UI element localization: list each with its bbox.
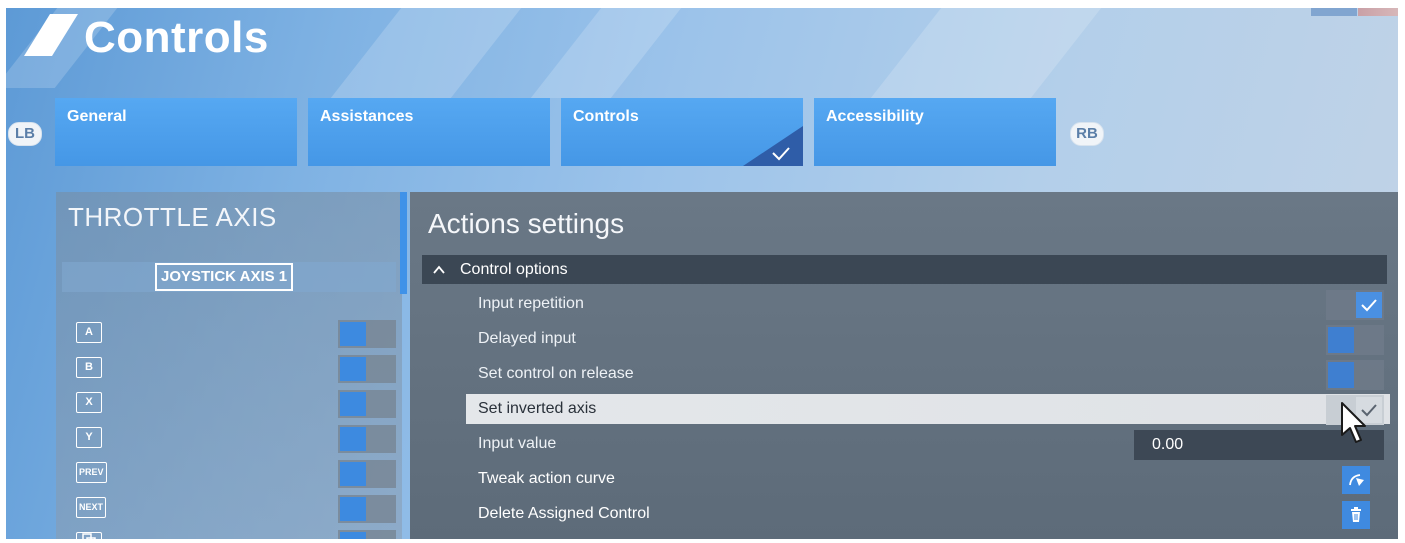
a-button-icon: A	[76, 322, 102, 343]
binding-row-a[interactable]: A	[56, 318, 402, 348]
option-label: Delayed input	[478, 330, 576, 347]
option-label: Delete Assigned Control	[478, 505, 650, 522]
binding-toggle[interactable]	[338, 460, 396, 488]
next-button-icon: NEXT	[76, 497, 107, 518]
background-streak	[330, 8, 522, 98]
option-tweak-action-curve[interactable]: Tweak action curve	[470, 464, 1390, 494]
y-button-icon: Y	[76, 427, 102, 448]
binding-row-y[interactable]: Y	[56, 423, 402, 453]
option-label: Input repetition	[478, 295, 584, 312]
tab-label: General	[67, 108, 127, 125]
corner-badge	[1358, 8, 1398, 16]
option-label: Input value	[478, 435, 557, 452]
option-input-value[interactable]: Input value 0.00	[470, 429, 1390, 460]
binding-panel: THROTTLE AXIS JOYSTICK AXIS 1 A B X Y PR…	[56, 192, 402, 539]
binding-row-view[interactable]	[56, 528, 402, 539]
binding-toggle[interactable]	[338, 425, 396, 453]
trash-icon	[1351, 507, 1361, 522]
option-delayed-input[interactable]: Delayed input	[470, 324, 1390, 355]
mouse-cursor-icon	[1341, 402, 1366, 443]
option-label: Set control on release	[478, 365, 634, 382]
controls-screen: Controls LB RB General Assistances Contr…	[6, 8, 1398, 539]
option-label: Set inverted axis	[478, 400, 597, 417]
binding-row-b[interactable]: B	[56, 353, 402, 383]
panel-scroll-accent	[400, 192, 407, 294]
bound-input-label: JOYSTICK AXIS 1	[155, 263, 294, 291]
back-chevron-icon[interactable]	[20, 12, 80, 56]
binding-toggle[interactable]	[338, 495, 396, 523]
tab-label: Controls	[573, 108, 639, 125]
actions-settings-title: Actions settings	[428, 208, 625, 239]
page-title: Controls	[84, 13, 269, 62]
tab-general[interactable]: General	[55, 98, 297, 166]
background-streak	[870, 8, 1102, 98]
binding-toggle[interactable]	[338, 320, 396, 348]
tab-controls[interactable]: Controls	[561, 98, 803, 166]
lb-bumper-button[interactable]: LB	[8, 122, 42, 146]
binding-toggle[interactable]	[338, 390, 396, 418]
option-set-inverted-axis[interactable]: Set inverted axis	[466, 394, 1390, 425]
curve-icon	[1349, 474, 1364, 486]
option-label: Tweak action curve	[478, 470, 615, 487]
checkmark-icon	[1361, 299, 1377, 312]
option-set-control-on-release[interactable]: Set control on release	[470, 359, 1390, 390]
delete-control-button[interactable]	[1342, 501, 1370, 529]
background-streak	[530, 8, 682, 98]
bound-input-row[interactable]: JOYSTICK AXIS 1	[62, 262, 396, 292]
corner-badge	[1311, 8, 1357, 16]
section-label: Control options	[460, 261, 568, 278]
rb-bumper-button[interactable]: RB	[1070, 122, 1104, 146]
tab-accessibility[interactable]: Accessibility	[814, 98, 1056, 166]
binding-row-prev[interactable]: PREV	[56, 458, 402, 488]
selected-check-icon	[743, 126, 803, 166]
tab-label: Assistances	[320, 108, 414, 125]
control-options-header[interactable]: Control options	[422, 255, 1387, 284]
binding-toggle[interactable]	[338, 355, 396, 383]
prev-button-icon: PREV	[76, 462, 107, 483]
tab-label: Accessibility	[826, 108, 924, 125]
binding-panel-title: THROTTLE AXIS	[68, 202, 277, 232]
x-button-icon: X	[76, 392, 102, 413]
tweak-curve-button[interactable]	[1342, 466, 1370, 494]
chevron-up-icon	[433, 265, 445, 274]
binding-row-next[interactable]: NEXT	[56, 493, 402, 523]
option-delete-assigned-control[interactable]: Delete Assigned Control	[470, 499, 1390, 529]
option-input-repetition[interactable]: Input repetition	[470, 289, 1390, 320]
tab-assistances[interactable]: Assistances	[308, 98, 550, 166]
view-button-icon	[76, 532, 102, 539]
actions-settings-panel: Actions settings Control options Input r…	[410, 192, 1398, 539]
set-control-on-release-toggle[interactable]	[1326, 360, 1384, 390]
delayed-input-toggle[interactable]	[1326, 325, 1384, 355]
binding-row-x[interactable]: X	[56, 388, 402, 418]
input-repetition-toggle[interactable]	[1326, 290, 1384, 320]
binding-toggle[interactable]	[338, 530, 396, 539]
b-button-icon: B	[76, 357, 102, 378]
